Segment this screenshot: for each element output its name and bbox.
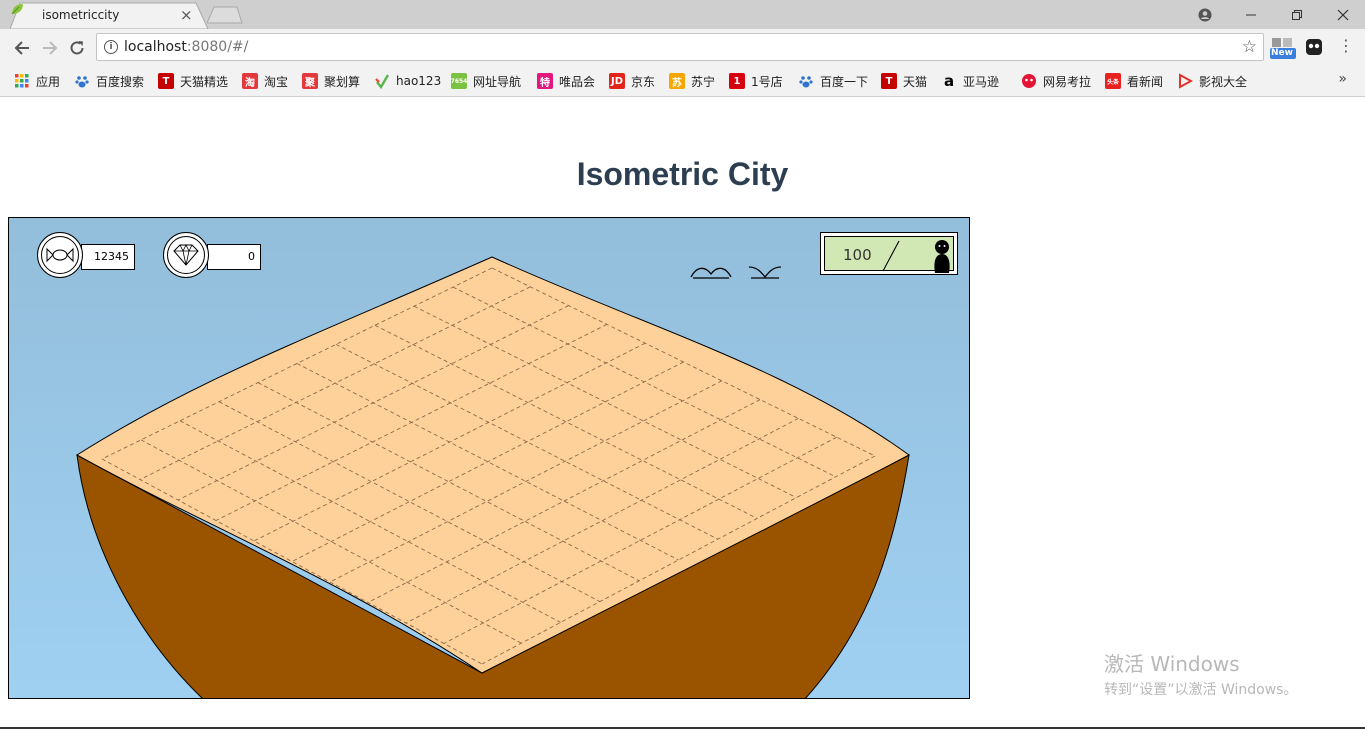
diamond-count: 0: [207, 244, 261, 270]
bookmarks-bar: » 应用 百度搜索 T 天猫精选淘淘宝聚聚划算 hao123 7654 网址导航特唯品会 JD…: [0, 66, 1365, 97]
browser-tab[interactable]: isometriccity ×: [10, 2, 209, 29]
bookmark-item[interactable]: 7654 网址导航: [451, 73, 521, 89]
tmall-icon: T: [881, 73, 897, 89]
population-panel: 100: [820, 232, 958, 275]
bookmark-label: 天猫精选: [180, 74, 229, 89]
info-icon[interactable]: i: [104, 40, 118, 54]
video-play-icon: [1177, 73, 1193, 89]
bookmark-label: 亚马逊: [963, 74, 1000, 89]
bookmark-label: 京东: [631, 74, 656, 89]
bookmark-label: 淘宝: [264, 74, 289, 89]
bookmark-item[interactable]: JD 京东: [609, 73, 655, 89]
candy-count: 12345: [81, 244, 135, 270]
nav-7654-icon: 7654: [451, 73, 467, 89]
bookmark-label: 聚划算: [324, 74, 361, 89]
tmall-icon: T: [158, 73, 174, 89]
bookmark-item[interactable]: 1 1号店: [729, 73, 783, 89]
bird-icon: [690, 267, 732, 279]
vip-icon: 特: [537, 73, 553, 89]
person-icon: [934, 240, 950, 273]
bookmark-item[interactable]: 百度一下: [798, 73, 868, 89]
bookmark-item[interactable]: 特唯品会: [537, 73, 595, 89]
bookmark-label: 影视大全: [1199, 74, 1248, 89]
bookmark-label: 网易考拉: [1043, 74, 1092, 89]
toutiao-icon: 头条: [1105, 73, 1121, 89]
tab-close-icon[interactable]: ×: [180, 7, 193, 23]
amazon-icon: a: [943, 72, 955, 90]
restore-icon[interactable]: [1274, 0, 1320, 29]
bookmark-item[interactable]: hao123: [374, 73, 441, 89]
watermark-line2: 转到“设置”以激活 Windows。: [1104, 682, 1298, 698]
ghost-extension-icon[interactable]: [1305, 38, 1323, 60]
bookmark-label: 唯品会: [559, 74, 596, 89]
juhuasuan-icon: 聚: [302, 73, 318, 89]
bookmark-label: hao123: [396, 74, 442, 88]
bookmark-label: 苏宁: [691, 74, 716, 89]
page-title: Isometric City: [576, 156, 789, 192]
watermark-line1: 激活 Windows: [1104, 652, 1240, 676]
bookmark-item[interactable]: 头条 看新闻: [1105, 73, 1163, 89]
baidu-paw-icon: [798, 73, 814, 89]
profile-icon[interactable]: [1182, 0, 1228, 29]
forward-arrow-icon[interactable]: [37, 35, 63, 61]
kaola-icon: [1021, 73, 1037, 89]
bookmark-label: 百度一下: [820, 74, 869, 89]
bookmark-item[interactable]: 应用: [14, 73, 60, 89]
bookmark-item[interactable]: 淘淘宝: [242, 73, 288, 89]
suning-icon: 苏: [669, 73, 685, 89]
hao123-icon: [374, 73, 390, 89]
bird-icon: [748, 266, 782, 279]
bookmark-item[interactable]: 网易考拉: [1021, 73, 1091, 89]
game-canvas[interactable]: 12345 0 100: [8, 217, 970, 699]
address-bar[interactable]: i localhost:8080/#/ ☆: [96, 33, 1264, 61]
bookmark-item[interactable]: 影视大全: [1177, 73, 1247, 89]
apps-grid-icon: [14, 73, 30, 89]
url-text: localhost:8080/#/: [124, 39, 249, 55]
bookmark-item[interactable]: 聚聚划算: [302, 73, 360, 89]
taobao-icon: 淘: [242, 73, 258, 89]
bookmarks-overflow-icon[interactable]: »: [1338, 71, 1347, 87]
reader-extension-icon[interactable]: New: [1270, 36, 1296, 64]
tab-strip: isometriccity ×: [0, 0, 1365, 29]
slash-divider: [882, 240, 900, 272]
menu-kebab-icon[interactable]: ⋮: [1338, 38, 1354, 54]
bookmark-item[interactable]: T 天猫: [881, 73, 927, 89]
candy-icon: [46, 247, 74, 263]
jd-icon: JD: [609, 73, 625, 89]
bookmark-label: 应用: [36, 74, 61, 89]
back-arrow-icon[interactable]: [9, 35, 35, 61]
browser-toolbar: i localhost:8080/#/ ☆ New ⋮: [0, 29, 1365, 66]
baidu-paw-icon: [74, 73, 90, 89]
diamond-icon: [173, 244, 199, 266]
bookmark-label: 百度搜索: [96, 74, 145, 89]
new-badge: New: [1271, 48, 1293, 58]
new-tab-button[interactable]: [207, 6, 243, 24]
population-banner: 100: [824, 236, 954, 273]
bookmark-star-icon[interactable]: ☆: [1242, 37, 1257, 57]
reload-icon[interactable]: [64, 35, 90, 61]
bookmark-label: 看新闻: [1127, 74, 1164, 89]
bookmark-label: 网址导航: [473, 74, 522, 89]
bookmark-item[interactable]: 苏苏宁: [669, 73, 715, 89]
bookmark-label: 1号店: [751, 74, 783, 89]
tab-title: isometriccity: [42, 8, 120, 22]
minimize-icon[interactable]: [1228, 0, 1274, 29]
bookmark-item[interactable]: 百度搜索: [74, 73, 144, 89]
leaf-favicon-icon: [11, 4, 23, 15]
bookmark-item[interactable]: T 天猫精选: [158, 73, 228, 89]
close-window-icon[interactable]: [1320, 0, 1365, 29]
windows-activation-watermark: 激活 Windows 转到“设置”以激活 Windows。: [1104, 648, 1297, 699]
yhd-icon: 1: [729, 73, 745, 89]
population-count: 100: [843, 246, 872, 264]
bookmark-item[interactable]: a 亚马逊: [941, 72, 1000, 90]
bookmark-label: 天猫: [903, 74, 928, 89]
island-scene: [76, 256, 910, 698]
